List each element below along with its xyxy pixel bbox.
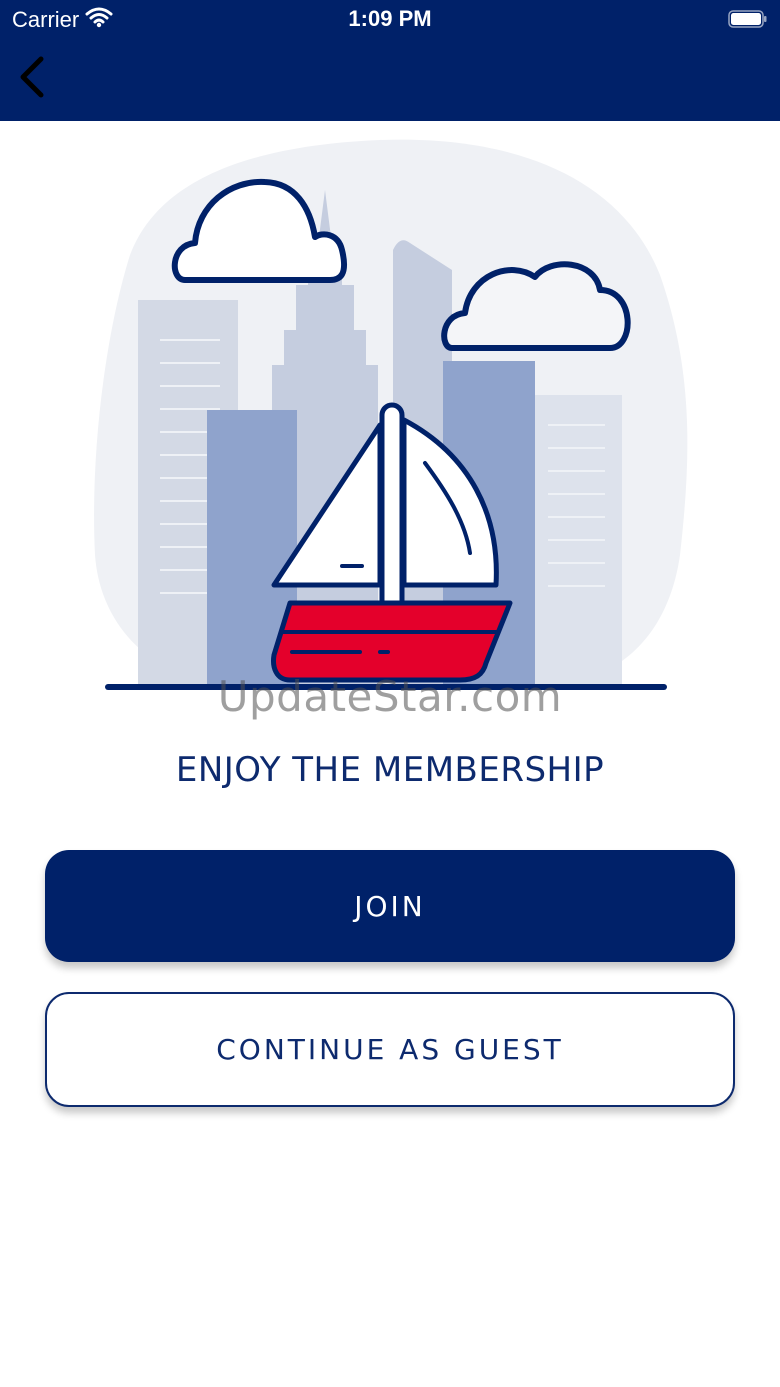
watermark-text: UpdateStar.com [217, 672, 563, 721]
status-time: 1:09 PM [348, 6, 432, 31]
page-title: ENJOY THE MEMBERSHIP [175, 750, 605, 790]
back-button[interactable] [10, 54, 54, 104]
chevron-left-icon [17, 56, 47, 102]
hero-illustration [90, 135, 690, 695]
navigation-bar [0, 40, 780, 121]
boat-mast [379, 402, 405, 618]
status-bar: Carrier 1:09 PM [0, 0, 780, 40]
battery-icon [728, 10, 768, 28]
continue-as-guest-button[interactable]: CONTINUE AS GUEST [45, 992, 735, 1107]
building-far-right [530, 395, 622, 690]
join-button[interactable]: JOIN [45, 850, 735, 962]
boat-hull [271, 600, 513, 683]
